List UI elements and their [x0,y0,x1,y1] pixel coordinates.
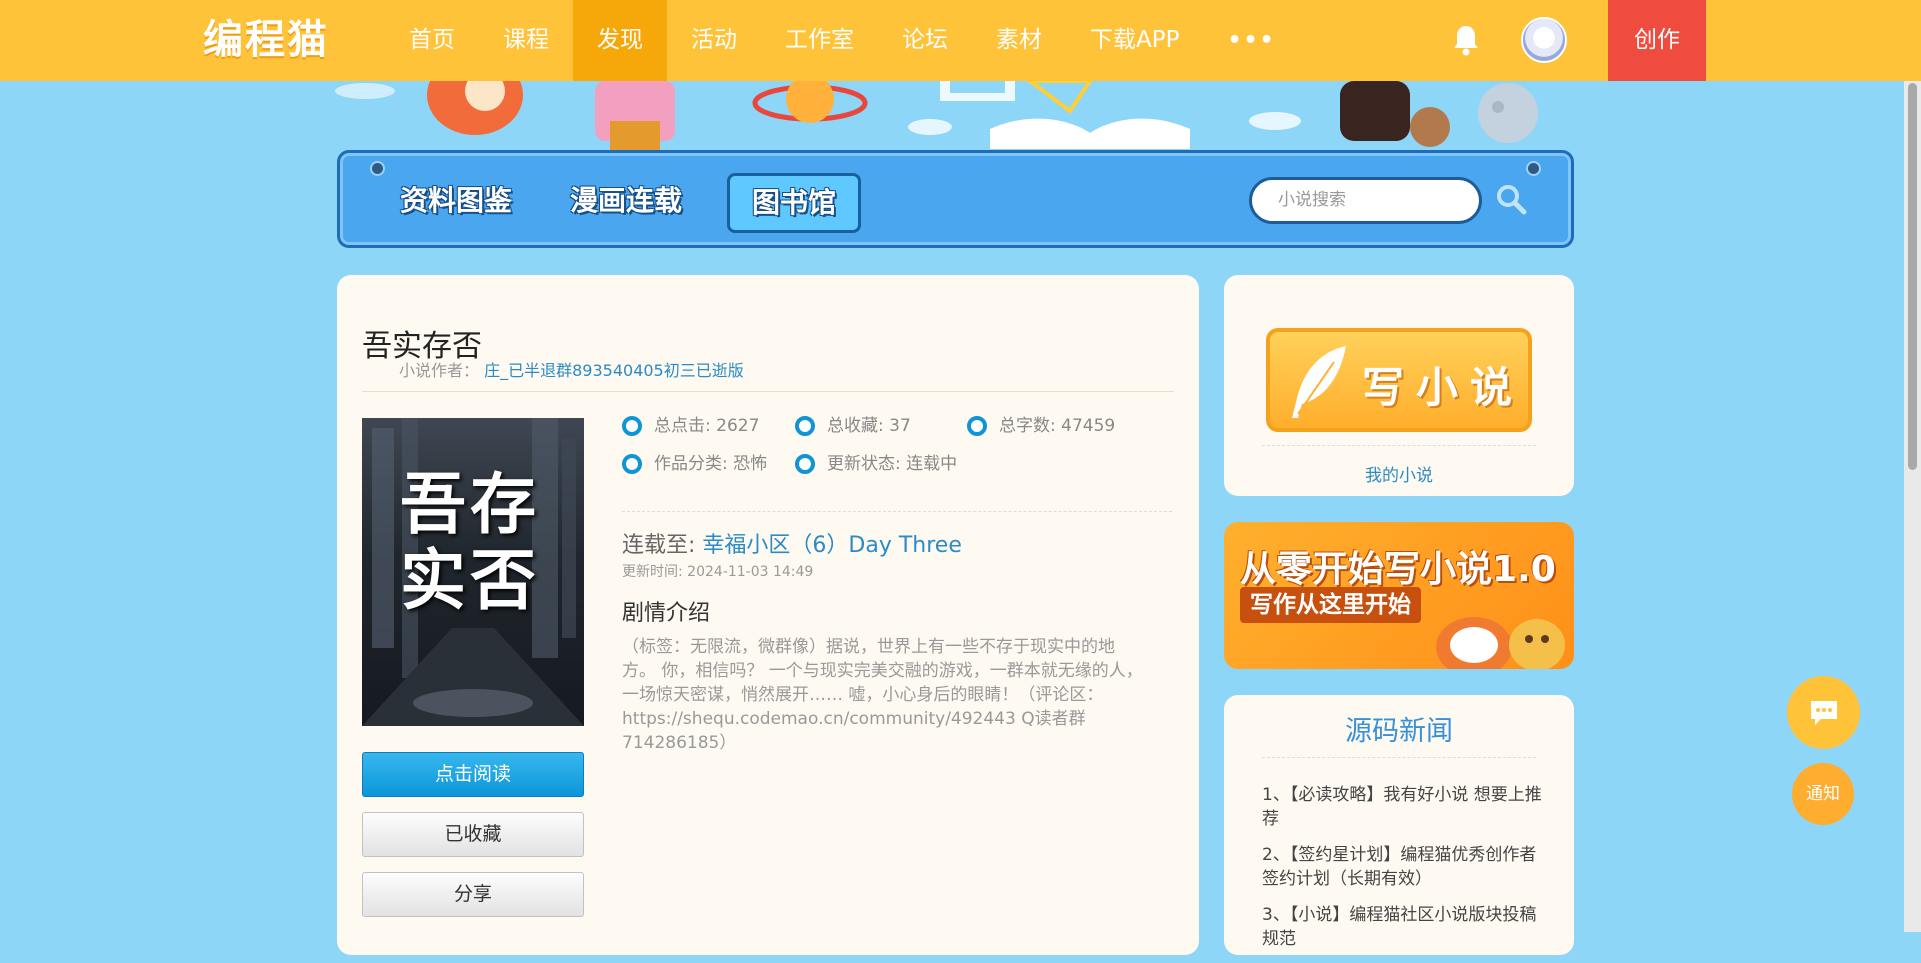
tab-wiki[interactable]: 资料图鉴 [400,181,512,221]
page-scrollbar[interactable] [1904,81,1921,932]
author-row: 小说作者： 庄_已半退群893540405初三已逝版 [399,357,744,381]
news-item[interactable]: 2、【签约星计划】编程猫优秀创作者签约计划（长期有效） [1262,843,1542,891]
divider [622,511,1172,512]
stat-total-words: 总字数: 47459 [967,416,1115,436]
nav-menu: 首页 课程 发现 活动 工作室 论坛 素材 下载APP ••• [385,0,1300,81]
synopsis-text: （标签：无限流，微群像）据说，世界上有一些不存于现实中的地方。 你，相信吗？ 一… [622,637,1143,753]
nav-item-download-app[interactable]: 下载APP [1066,0,1203,81]
tab-comics[interactable]: 漫画连载 [570,181,682,221]
nav-item-assets[interactable]: 素材 [972,0,1066,81]
latest-label: 连载至: [622,533,696,558]
ring-bullet-icon [967,416,987,436]
divider [1262,757,1536,758]
news-item[interactable]: 3、【小说】编程猫社区小说版块投稿规范 [1262,903,1542,951]
latest-chapter-row: 连载至: 幸福小区（6）Day Three [622,527,962,559]
writing-guide-banner[interactable]: 从零开始写小说1.0 写作从这里开始 [1224,522,1574,669]
stat-update-status: 更新状态: 连载中 [795,454,957,474]
ring-bullet-icon [795,454,815,474]
nav-item-forum[interactable]: 论坛 [878,0,972,81]
tab-library[interactable]: 图书馆 [727,173,862,233]
stat-total-favorites: 总收藏: 37 [795,416,911,436]
stat-category: 作品分类: 恐怖 [622,454,767,474]
site-logo[interactable]: 编程猫 [203,14,329,66]
promo-subtitle: 写作从这里开始 [1240,587,1421,623]
rivet-decoration [370,161,385,176]
synopsis-heading: 剧情介绍 [622,601,711,626]
library-subnav: 资料图鉴 漫画连载 图书馆 小说搜索 [337,150,1574,248]
rivet-decoration [1526,161,1541,176]
bell-icon[interactable] [1452,24,1480,56]
scrollbar-thumb[interactable] [1908,83,1917,470]
nav-item-courses[interactable]: 课程 [479,0,573,81]
top-nav: 编程猫 首页 课程 发现 活动 工作室 论坛 素材 下载APP ••• 创作 [0,0,1921,81]
source-news-card: 源码新闻 1、【必读攻略】我有好小说 想要上推荐 2、【签约星计划】编程猫优秀创… [1224,695,1574,955]
stat-text: 总点击: 2627 [654,416,760,436]
book-cover[interactable]: 吾存实否 [362,418,584,726]
update-time: 更新时间: 2024-11-03 14:49 [622,564,814,580]
book-detail-card: 吾实存否 小说作者： 庄_已半退群893540405初三已逝版 吾存实否 点击阅… [337,275,1199,955]
share-button[interactable]: 分享 [362,872,584,917]
write-novel-card: 写小说 我的小说 [1224,275,1574,496]
mascot-illustration [1436,617,1565,669]
latest-chapter-link[interactable]: 幸福小区（6）Day Three [702,533,961,558]
news-heading: 源码新闻 [1345,716,1453,747]
author-label: 小说作者： [399,361,480,380]
my-novels-link[interactable]: 我的小说 [1224,461,1574,486]
chat-button[interactable] [1787,676,1860,749]
nav-item-discover[interactable]: 发现 [573,0,667,81]
write-novel-button[interactable]: 写小说 [1266,328,1532,432]
notice-button[interactable]: 通知 [1792,763,1854,825]
stat-text: 更新状态: 连载中 [827,454,958,474]
search-icon[interactable] [1495,183,1527,215]
nav-item-studio[interactable]: 工作室 [761,0,878,81]
ring-bullet-icon [795,416,815,436]
create-button[interactable]: 创作 [1608,0,1706,81]
promo-title: 从零开始写小说1.0 [1240,549,1556,590]
chat-bubble-icon [1811,701,1837,725]
novel-search-input[interactable]: 小说搜索 [1249,177,1482,224]
ring-bullet-icon [622,454,642,474]
stat-text: 总收藏: 37 [827,416,911,436]
nav-more-menu[interactable]: ••• [1203,0,1299,81]
divider [362,391,1174,392]
nav-item-home[interactable]: 首页 [385,0,479,81]
divider [1262,445,1536,446]
feather-icon [1292,346,1346,418]
news-item[interactable]: 1、【必读攻略】我有好小说 想要上推荐 [1262,783,1542,831]
cover-title-art: 吾存实否 [400,465,540,619]
favorite-button[interactable]: 已收藏 [362,812,584,857]
news-list: 1、【必读攻略】我有好小说 想要上推荐 2、【签约星计划】编程猫优秀创作者签约计… [1262,783,1542,963]
avatar[interactable] [1521,17,1567,63]
banner-illustration [335,81,1538,153]
nav-item-events[interactable]: 活动 [667,0,761,81]
stat-text: 总字数: 47459 [999,416,1116,436]
stat-total-clicks: 总点击: 2627 [622,416,759,436]
ring-bullet-icon [622,416,642,436]
author-link[interactable]: 庄_已半退群893540405初三已逝版 [484,361,744,380]
write-novel-label: 写小说 [1362,363,1525,412]
read-button[interactable]: 点击阅读 [362,752,584,797]
stat-text: 作品分类: 恐怖 [654,454,768,474]
